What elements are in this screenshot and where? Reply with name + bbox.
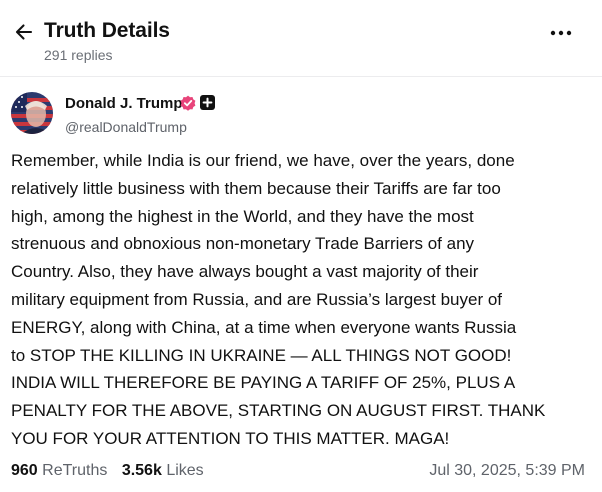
arrow-left-icon — [15, 24, 33, 40]
likes-label: Likes — [166, 462, 204, 479]
post-line: PENALTY FOR THE ABOVE, STARTING ON AUGUS… — [11, 401, 546, 421]
replies-count: 291 replies — [44, 47, 113, 63]
avatar[interactable] — [11, 92, 53, 134]
retruths-label: ReTruths — [42, 462, 108, 479]
header: Truth Details 291 replies — [0, 0, 602, 76]
more-options-button[interactable] — [548, 22, 574, 44]
header-divider — [0, 76, 602, 77]
post-line: YOU FOR YOUR ATTENTION TO THIS MATTER. M… — [11, 428, 450, 448]
post-line: Remember, while India is our friend, we … — [11, 151, 515, 170]
likes-count: 3.56k — [121, 462, 162, 479]
page-title: Truth Details — [44, 19, 170, 42]
author-name[interactable]: Donald J. Trump — [65, 95, 183, 112]
post-line: military equipment from Russia, and are … — [11, 289, 503, 309]
post-line: ENERGY, along with China, at a time when… — [11, 317, 517, 337]
more-horizontal-icon — [550, 30, 572, 36]
retruths-count: 960 — [11, 462, 38, 479]
post-stats: 960 ReTruths 3.56k Likes — [11, 462, 214, 480]
post-body: Remember, while India is our friend, we … — [11, 147, 596, 453]
author-handle[interactable]: @realDonaldTrump — [65, 119, 187, 135]
post-timestamp: Jul 30, 2025, 5:39 PM — [429, 462, 585, 479]
verified-badge-icon — [180, 95, 196, 111]
plus-badge-icon — [200, 95, 215, 110]
post-line: high, among the highest in the World, an… — [11, 206, 474, 226]
likes-stat[interactable]: 3.56k Likes — [122, 462, 204, 480]
retruths-stat[interactable]: 960 ReTruths — [11, 462, 107, 480]
post-line: strenuous and obnoxious non-monetary Tra… — [11, 234, 475, 254]
post-line: to STOP THE KILLING IN UKRAINE — ALL THI… — [11, 345, 512, 365]
truth-details-page: Truth Details 291 replies Donald J. Trum… — [0, 0, 602, 492]
avatar-flag-portrait-icon — [11, 92, 53, 134]
post-line: Country. Also, they have always bought a… — [11, 262, 479, 282]
back-button[interactable] — [12, 20, 36, 44]
post-line: relatively little business with them bec… — [11, 178, 501, 198]
post-line: INDIA WILL THEREFORE BE PAYING A TARIFF … — [11, 373, 516, 393]
